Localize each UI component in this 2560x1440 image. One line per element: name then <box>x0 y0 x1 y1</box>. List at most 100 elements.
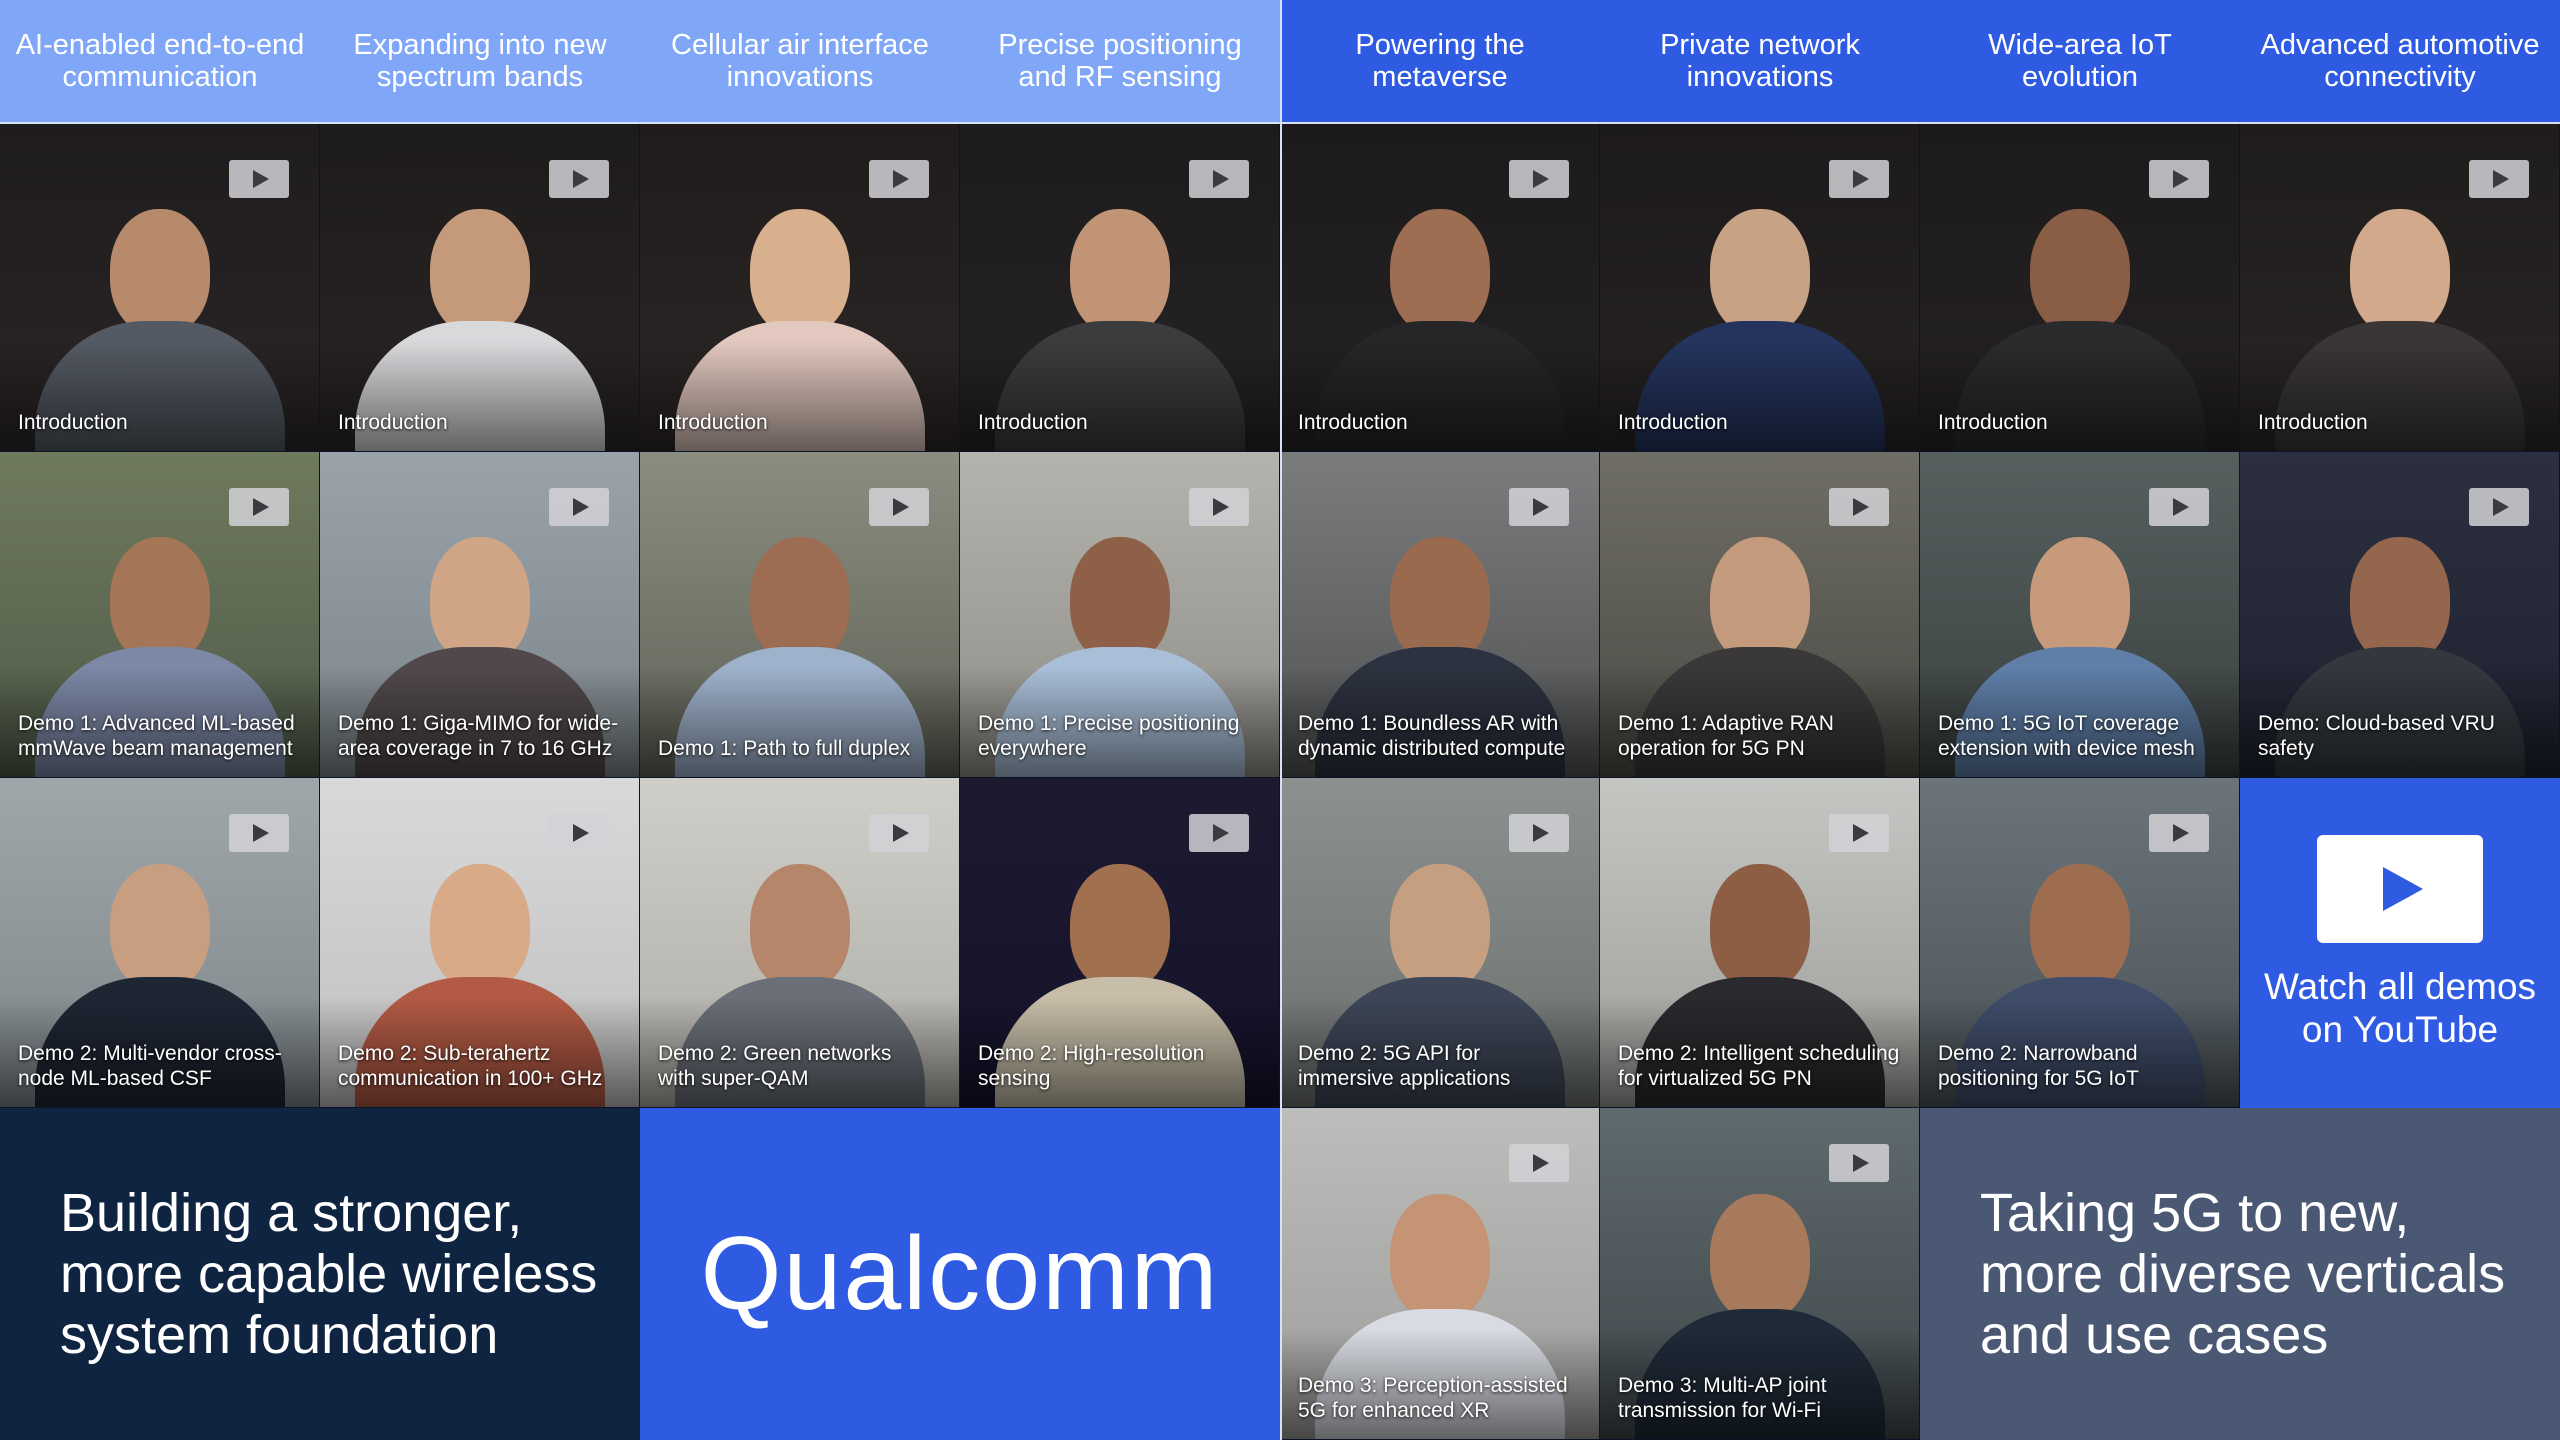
video-caption: Demo 3: Multi-AP joint transmission for W… <box>1618 1374 1827 1422</box>
video-caption: Introduction <box>978 411 1088 434</box>
video-caption: Demo 3: Perception-assisted 5G for enhanc… <box>1298 1374 1568 1422</box>
video-tile-intro[interactable]: Introduction <box>960 124 1280 452</box>
play-icon[interactable] <box>549 814 609 852</box>
play-icon[interactable] <box>869 488 929 526</box>
play-icon[interactable] <box>549 160 609 198</box>
speaker-thumbnail <box>2349 536 2450 663</box>
play-icon[interactable] <box>229 160 289 198</box>
speaker-thumbnail <box>1389 536 1490 663</box>
speaker-thumbnail <box>1069 209 1170 336</box>
qualcomm-logo: Qualcomm <box>700 1215 1220 1332</box>
speaker-thumbnail <box>2029 209 2130 336</box>
play-icon[interactable] <box>2469 160 2529 198</box>
speaker-thumbnail <box>2029 536 2130 663</box>
watch-all-demos-button[interactable]: Watch all demos on YouTube <box>2240 778 2560 1108</box>
column-header-spectrum-bands: Expanding into new spectrum bands <box>320 0 640 124</box>
video-tile-demo1[interactable]: Demo 1: Boundless AR with dynamic distrib… <box>1280 452 1600 778</box>
play-icon[interactable] <box>2149 814 2209 852</box>
speaker-thumbnail <box>1709 863 1810 990</box>
video-caption: Introduction <box>1298 411 1408 434</box>
column-header-automotive: Advanced automotive connectivity <box>2240 0 2560 124</box>
video-tile-demo2[interactable]: Demo 2: High-resolution sensing <box>960 778 1280 1108</box>
speaker-thumbnail <box>1709 536 1810 663</box>
video-tile-intro[interactable]: Introduction <box>1920 124 2240 452</box>
speaker-thumbnail <box>749 863 850 990</box>
column-header-iot-evolution: Wide-area IoT evolution <box>1920 0 2240 124</box>
video-tile-demo2[interactable]: Demo 2: 5G API for immersive applications <box>1280 778 1600 1108</box>
video-caption: Introduction <box>1618 411 1728 434</box>
play-icon[interactable] <box>1509 488 1569 526</box>
play-icon[interactable] <box>869 160 929 198</box>
video-tile-demo3[interactable]: Demo 3: Multi-AP joint transmission for W… <box>1600 1108 1920 1440</box>
video-caption: Introduction <box>658 411 768 434</box>
video-caption: Demo 2: Sub-terahertz communication in 10… <box>338 1042 603 1090</box>
speaker-thumbnail <box>109 536 210 663</box>
play-icon[interactable] <box>2469 488 2529 526</box>
play-icon[interactable] <box>2149 160 2209 198</box>
play-icon[interactable] <box>869 814 929 852</box>
video-caption: Demo 1: Advanced ML-based mmWave beam man… <box>18 712 295 760</box>
watch-all-label: Watch all demos on YouTube <box>2263 966 2537 1050</box>
play-icon[interactable] <box>1829 488 1889 526</box>
video-tile-demo2[interactable]: Demo 2: Multi-vendor cross-node ML-based… <box>0 778 320 1108</box>
video-tile-demo2[interactable]: Demo 2: Sub-terahertz communication in 10… <box>320 778 640 1108</box>
play-icon[interactable] <box>1509 1144 1569 1182</box>
youtube-play-icon <box>2317 835 2483 943</box>
video-tile-demo1[interactable]: Demo: Cloud-based VRU safety <box>2240 452 2560 778</box>
video-tile-intro[interactable]: Introduction <box>0 124 320 452</box>
video-caption: Demo 1: Path to full duplex <box>658 737 911 760</box>
play-icon[interactable] <box>549 488 609 526</box>
video-tile-demo1[interactable]: Demo 1: 5G IoT coverage extension with de… <box>1920 452 2240 778</box>
video-caption: Introduction <box>2258 411 2368 434</box>
play-icon[interactable] <box>1509 814 1569 852</box>
play-icon[interactable] <box>1189 160 1249 198</box>
play-icon[interactable] <box>2149 488 2209 526</box>
speaker-thumbnail <box>1069 536 1170 663</box>
video-caption: Demo 1: Boundless AR with dynamic distrib… <box>1298 712 1566 760</box>
play-icon[interactable] <box>1829 814 1889 852</box>
speaker-thumbnail <box>2349 209 2450 336</box>
video-tile-demo3[interactable]: Demo 3: Perception-assisted 5G for enhanc… <box>1280 1108 1600 1440</box>
video-tile-intro[interactable]: Introduction <box>640 124 960 452</box>
section-divider <box>1280 0 1282 1440</box>
play-icon[interactable] <box>229 488 289 526</box>
video-tile-demo2[interactable]: Demo 2: Narrowband positioning for 5G IoT <box>1920 778 2240 1108</box>
video-tile-demo1[interactable]: Demo 1: Path to full duplex <box>640 452 960 778</box>
verticals-tagline: Taking 5G to new, more diverse verticals… <box>1980 1182 2506 1365</box>
video-tile-demo1[interactable]: Demo 1: Precise positioning everywhere <box>960 452 1280 778</box>
video-caption: Demo 1: Giga-MIMO for wide-area coverage… <box>338 712 619 760</box>
verticals-tagline-panel: Taking 5G to new, more diverse verticals… <box>1920 1108 2560 1440</box>
video-tile-demo2[interactable]: Demo 2: Intelligent scheduling for virtua… <box>1600 778 1920 1108</box>
speaker-thumbnail <box>429 536 530 663</box>
speaker-thumbnail <box>1709 1194 1810 1321</box>
video-caption: Demo 1: 5G IoT coverage extension with de… <box>1938 712 2195 760</box>
column-header-ai-communication: AI-enabled end-to-end communication <box>0 0 320 124</box>
speaker-thumbnail <box>109 863 210 990</box>
video-tile-intro[interactable]: Introduction <box>1280 124 1600 452</box>
column-header-air-interface: Cellular air interface innovations <box>640 0 960 124</box>
play-icon[interactable] <box>1189 488 1249 526</box>
video-tile-demo1[interactable]: Demo 1: Advanced ML-based mmWave beam man… <box>0 452 320 778</box>
speaker-thumbnail <box>429 209 530 336</box>
column-header-positioning-sensing: Precise positioning and RF sensing <box>960 0 1280 124</box>
video-tile-intro[interactable]: Introduction <box>2240 124 2560 452</box>
speaker-thumbnail <box>2029 863 2130 990</box>
play-icon[interactable] <box>229 814 289 852</box>
video-tile-intro[interactable]: Introduction <box>320 124 640 452</box>
play-icon[interactable] <box>1829 1144 1889 1182</box>
video-tile-demo1[interactable]: Demo 1: Adaptive RAN operation for 5G PN <box>1600 452 1920 778</box>
video-caption: Demo 2: High-resolution sensing <box>978 1042 1205 1090</box>
video-caption: Demo 1: Precise positioning everywhere <box>978 712 1240 760</box>
speaker-thumbnail <box>749 536 850 663</box>
play-icon[interactable] <box>1509 160 1569 198</box>
column-header-metaverse: Powering the metaverse <box>1280 0 1600 124</box>
video-tile-demo1[interactable]: Demo 1: Giga-MIMO for wide-area coverage… <box>320 452 640 778</box>
play-icon[interactable] <box>1829 160 1889 198</box>
video-caption: Demo 2: Intelligent scheduling for virtua… <box>1618 1042 1900 1090</box>
video-tile-intro[interactable]: Introduction <box>1600 124 1920 452</box>
play-icon[interactable] <box>1189 814 1249 852</box>
column-header-private-network: Private network innovations <box>1600 0 1920 124</box>
video-tile-demo2[interactable]: Demo 2: Green networks with super-QAM <box>640 778 960 1108</box>
video-caption: Demo 2: Green networks with super-QAM <box>658 1042 892 1090</box>
speaker-thumbnail <box>1389 863 1490 990</box>
